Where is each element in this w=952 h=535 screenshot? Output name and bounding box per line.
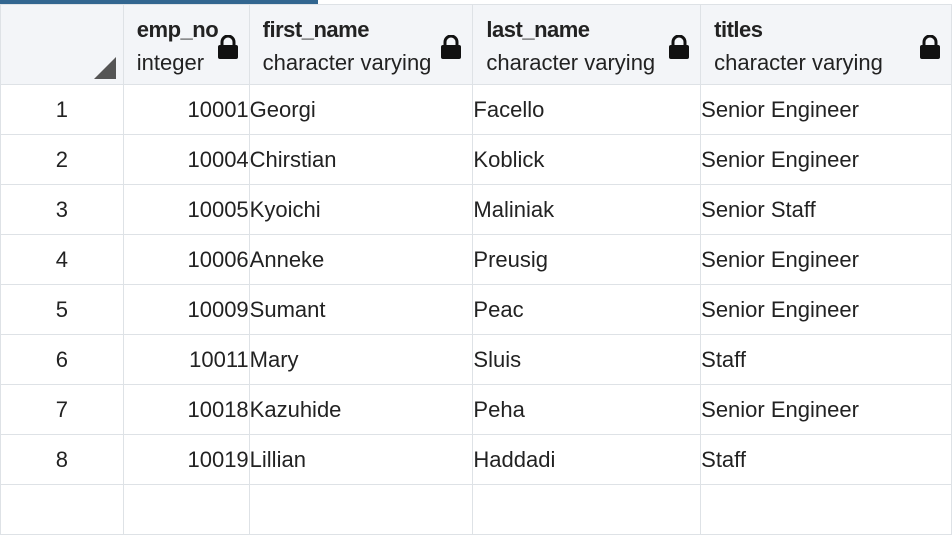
column-name: titles [714,17,763,42]
row-number[interactable]: 4 [0,234,124,285]
row-number[interactable]: 3 [0,184,124,235]
row-number[interactable]: 8 [0,434,124,485]
cell-titles[interactable]: Senior Engineer [700,384,952,435]
column-header-emp-no[interactable]: emp_no integer [122,4,250,85]
cell-titles[interactable]: Senior Engineer [700,134,952,185]
cell-emp-no[interactable]: 10011 [122,334,250,385]
column-type: character varying [714,50,883,75]
cell-emp-no[interactable]: 10018 [122,384,250,435]
cell-last-name[interactable]: Maliniak [472,184,702,235]
cell-last-name[interactable]: Facello [472,84,702,135]
cell-emp-no[interactable]: 10006 [122,234,250,285]
cell-titles[interactable]: Staff [700,334,952,385]
cell-titles [700,484,952,535]
table-row[interactable]: 6 10011 Mary Sluis Staff [0,334,952,385]
row-number[interactable]: 5 [0,284,124,335]
cell-last-name[interactable]: Peha [472,384,702,435]
header-row: emp_no integer first_name character vary… [0,4,952,85]
cell-titles[interactable]: Senior Engineer [700,284,952,335]
query-result-grid: emp_no integer first_name character vary… [0,4,952,535]
table-row[interactable]: 4 10006 Anneke Preusig Senior Engineer [0,234,952,285]
lock-icon [920,35,940,59]
cell-emp-no[interactable]: 10001 [122,84,250,135]
lock-icon [669,35,690,59]
column-type: integer [136,50,205,75]
cell-last-name[interactable]: Peac [472,284,702,335]
cell-first-name[interactable]: Lillian [248,434,474,485]
cell-emp-no[interactable]: 10009 [122,284,250,335]
column-type: character varying [262,50,432,75]
cell-titles[interactable]: Senior Engineer [700,84,952,135]
cell-first-name[interactable]: Kyoichi [248,184,474,235]
cell-titles[interactable]: Senior Engineer [700,234,952,285]
cell-emp-no[interactable]: 10019 [122,434,250,485]
select-all-corner[interactable] [0,4,124,85]
column-name: emp_no [136,17,219,42]
cell-titles[interactable]: Staff [700,434,952,485]
cell-first-name[interactable]: Chirstian [248,134,474,185]
cell-emp-no [122,484,250,535]
table-row[interactable]: 7 10018 Kazuhide Peha Senior Engineer [0,384,952,435]
row-number[interactable]: 6 [0,334,124,385]
row-number[interactable]: 2 [0,134,124,185]
cell-last-name[interactable]: Haddadi [472,434,702,485]
row-number [0,484,124,535]
cell-first-name[interactable]: Anneke [248,234,474,285]
select-all-triangle-icon [94,57,116,79]
table-row[interactable]: 3 10005 Kyoichi Maliniak Senior Staff [0,184,952,235]
cell-last-name[interactable]: Sluis [472,334,702,385]
column-header-titles[interactable]: titles character varying [700,4,952,85]
column-name: last_name [486,17,590,42]
cell-titles[interactable]: Senior Staff [700,184,952,235]
cell-emp-no[interactable]: 10004 [122,134,250,185]
cell-last-name[interactable]: Koblick [472,134,702,185]
lock-icon [441,35,462,59]
table-row[interactable]: 2 10004 Chirstian Koblick Senior Enginee… [0,134,952,185]
cell-first-name[interactable]: Georgi [248,84,474,135]
table-row[interactable]: 5 10009 Sumant Peac Senior Engineer [0,284,952,335]
column-header-first-name[interactable]: first_name character varying [248,4,474,85]
lock-icon [217,35,238,59]
cell-first-name [248,484,474,535]
cell-first-name[interactable]: Kazuhide [248,384,474,435]
row-number[interactable]: 1 [0,84,124,135]
column-type: character varying [486,50,656,75]
table-row[interactable]: 8 10019 Lillian Haddadi Staff [0,434,952,485]
cell-first-name[interactable]: Sumant [248,284,474,335]
table-row-partial [0,484,952,535]
column-header-last-name[interactable]: last_name character varying [472,4,702,85]
table-row[interactable]: 1 10001 Georgi Facello Senior Engineer [0,84,952,135]
column-name: first_name [262,17,370,42]
cell-first-name[interactable]: Mary [248,334,474,385]
cell-emp-no[interactable]: 10005 [122,184,250,235]
cell-last-name[interactable]: Preusig [472,234,702,285]
row-number[interactable]: 7 [0,384,124,435]
cell-last-name [472,484,702,535]
